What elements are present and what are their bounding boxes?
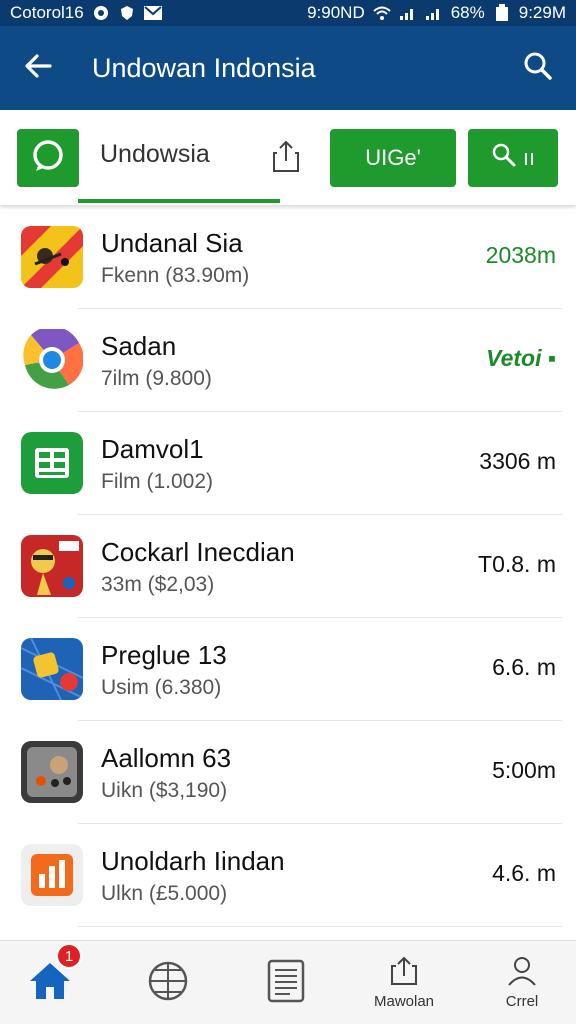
search-filter-label: ıı bbox=[522, 145, 536, 170]
nav-profile[interactable]: Crrel bbox=[472, 941, 572, 1024]
app-name: Aallomn 63 bbox=[101, 743, 232, 773]
app-name: Unoldarh Iindan bbox=[101, 846, 285, 876]
app-name: Cockarl Inecdian bbox=[101, 537, 295, 567]
app-size: 6.6. m bbox=[492, 654, 556, 680]
share-upload-icon bbox=[388, 956, 420, 991]
cricket-game-icon bbox=[21, 535, 83, 597]
app-name: Preglue 13 bbox=[101, 640, 227, 670]
chat-bubble-icon bbox=[30, 138, 66, 179]
primary-action-button[interactable]: UIGe' bbox=[330, 129, 456, 187]
app-name: Undanal Sia bbox=[101, 228, 243, 258]
chart-app-icon bbox=[21, 844, 83, 906]
nav-downloads-label: Mawolan bbox=[373, 993, 435, 1010]
puzzle-game-icon bbox=[21, 638, 83, 700]
app-size: Vetoi ▪ bbox=[486, 345, 556, 371]
search-filter-button[interactable]: ıı bbox=[468, 129, 558, 187]
app-size: 3306 m bbox=[479, 448, 556, 474]
user-icon bbox=[506, 956, 538, 991]
app-size: 5:00m bbox=[492, 757, 556, 783]
carrier-label: Cotorol16 bbox=[10, 3, 84, 22]
app-meta: Ulkn (£5.000) bbox=[101, 882, 228, 905]
notification-icon bbox=[118, 4, 136, 22]
list-item[interactable]: Cockarl Inecdian 33m ($2,03) T0.8. m bbox=[0, 515, 576, 618]
shield-icon bbox=[92, 4, 110, 22]
search-button[interactable] bbox=[500, 26, 576, 110]
list-item[interactable]: Sadan 7ilm (9.800) Vetoi ▪ bbox=[0, 309, 576, 412]
page-title: Undowan Indonsia bbox=[92, 52, 316, 83]
battery-icon bbox=[493, 4, 511, 22]
bottom-nav: 1 Mawolan Crrel bbox=[0, 940, 576, 1024]
primary-action-label: UIGe' bbox=[365, 145, 421, 170]
nav-profile-label: Crrel bbox=[505, 993, 539, 1010]
app-name: Damvol1 bbox=[101, 434, 204, 464]
list-item[interactable]: Damvol1 Film (1.002) 3306 m bbox=[0, 412, 576, 515]
nav-downloads[interactable]: Mawolan bbox=[354, 941, 454, 1024]
app-name: Sadan bbox=[101, 331, 177, 361]
app-list: Undanal Sia Fkenn (83.90m) 2038m Sadan 7… bbox=[0, 206, 576, 927]
back-button[interactable] bbox=[0, 26, 76, 110]
sheets-icon bbox=[21, 432, 83, 494]
nav-browse[interactable] bbox=[118, 941, 218, 1024]
app-size: 2038m bbox=[485, 242, 556, 268]
status-bar: Cotorol16 9:90ND 68% 9:29M bbox=[0, 0, 576, 26]
app-meta: 7ilm (9.800) bbox=[101, 367, 212, 390]
gmail-icon bbox=[143, 4, 162, 22]
signal-icon bbox=[399, 4, 417, 22]
tab-indicator bbox=[78, 199, 280, 203]
wifi-icon bbox=[373, 4, 391, 22]
nav-home[interactable]: 1 bbox=[0, 941, 100, 1024]
document-list-icon bbox=[266, 958, 306, 1009]
list-item[interactable]: Unoldarh Iindan Ulkn (£5.000) 4.6. m bbox=[0, 824, 576, 927]
list-item[interactable]: Aallomn 63 Uikn ($3,190) 5:00m bbox=[0, 721, 576, 824]
globe-icon bbox=[147, 960, 189, 1007]
app-meta: Film (1.002) bbox=[101, 470, 214, 493]
divider bbox=[78, 926, 562, 927]
share-button[interactable] bbox=[268, 138, 304, 178]
list-item[interactable]: Undanal Sia Fkenn (83.90m) 2038m bbox=[0, 206, 576, 309]
app-meta: 33m ($2,03) bbox=[101, 573, 215, 596]
arrow-left-icon bbox=[23, 51, 53, 86]
chrome-icon bbox=[21, 329, 83, 391]
app-meta: Uikn ($3,190) bbox=[101, 779, 228, 802]
signal-icon-2 bbox=[425, 4, 443, 22]
chat-button[interactable] bbox=[17, 129, 79, 187]
search-filter-icon bbox=[491, 142, 517, 174]
list-item[interactable]: Preglue 13 Usim (6.380) 6.6. m bbox=[0, 618, 576, 721]
clock: 9:29M bbox=[518, 3, 566, 22]
ninja-game-icon bbox=[21, 226, 83, 288]
app-meta: Usim (6.380) bbox=[101, 676, 222, 699]
filter-toolbar: Undowsia UIGe' ıı bbox=[0, 110, 576, 206]
app-size: 4.6. m bbox=[492, 860, 556, 886]
app-size: T0.8. m bbox=[478, 551, 556, 577]
network-label: 9:90ND bbox=[307, 3, 365, 22]
battery-percent: 68% bbox=[450, 3, 485, 22]
search-icon bbox=[523, 51, 553, 86]
app-bar: Undowan Indonsia bbox=[0, 26, 576, 110]
tab-search[interactable]: Undowsia bbox=[100, 140, 210, 169]
album-icon bbox=[21, 741, 83, 803]
nav-list[interactable] bbox=[236, 941, 336, 1024]
app-meta: Fkenn (83.90m) bbox=[101, 264, 250, 287]
share-icon bbox=[271, 139, 301, 178]
notification-badge: 1 bbox=[56, 943, 82, 969]
